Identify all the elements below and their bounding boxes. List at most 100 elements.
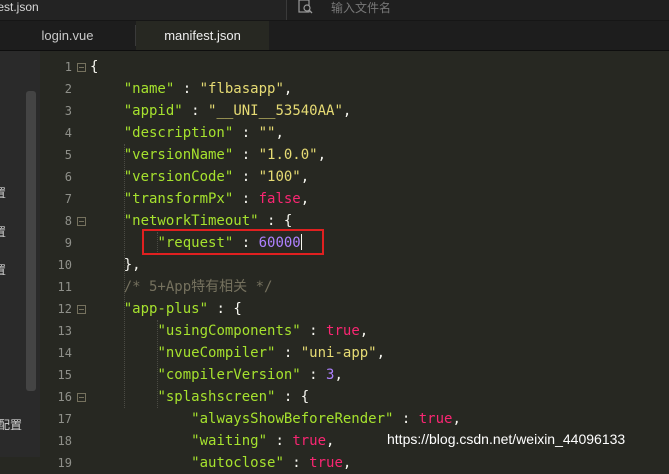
code-line: "alwaysShowBeforeRender" : true, xyxy=(90,408,461,430)
code-punctuation: : xyxy=(300,323,327,339)
json-boolean-value: true xyxy=(418,411,453,427)
code-comma: , xyxy=(317,147,327,163)
code-comma: , xyxy=(300,169,310,185)
json-key: "versionCode" xyxy=(123,169,234,185)
line-number: 14 xyxy=(57,346,72,360)
code-comma: , xyxy=(283,81,293,97)
line-number: 2 xyxy=(64,82,72,96)
code-punctuation: : xyxy=(182,103,209,119)
code-token: { xyxy=(90,59,99,75)
json-key: "alwaysShowBeforeRender" xyxy=(191,411,394,427)
annotation-highlight-box xyxy=(142,229,324,255)
code-comma: , xyxy=(452,411,461,427)
code-punctuation: : xyxy=(233,125,259,141)
json-boolean-value: true xyxy=(292,433,327,449)
code-line: "name" : "flbasapp", xyxy=(90,78,293,100)
json-string-value: "flbasapp" xyxy=(199,81,284,97)
fold-toggle-icon[interactable] xyxy=(77,305,86,314)
code-punctuation: : xyxy=(233,169,259,185)
json-string-value: "" xyxy=(258,125,276,141)
json-key: "description" xyxy=(123,125,234,141)
json-key: "app-plus" xyxy=(123,301,209,317)
line-number: 7 xyxy=(64,192,72,206)
code-punctuation: : xyxy=(283,455,310,471)
json-object-open: { xyxy=(300,389,310,405)
code-line: "compilerVersion" : 3, xyxy=(90,364,343,386)
line-number: 18 xyxy=(57,434,72,448)
code-punctuation: : xyxy=(267,433,293,449)
json-key: "name" xyxy=(123,81,175,97)
fold-toggle-icon[interactable] xyxy=(77,63,86,72)
line-number: 8 xyxy=(64,214,72,228)
json-key: "networkTimeout" xyxy=(123,213,259,229)
code-comment: /* 5+App特有相关 */ xyxy=(123,279,273,295)
line-number: 9 xyxy=(64,236,72,250)
json-key: "transformPx" xyxy=(123,191,234,207)
code-punctuation: : xyxy=(275,345,301,361)
code-line: "versionName" : "1.0.0", xyxy=(90,144,326,166)
code-punctuation: : xyxy=(233,191,259,207)
json-key: "compilerVersion" xyxy=(157,367,301,383)
fold-toggle-icon[interactable] xyxy=(77,393,86,402)
json-key: "waiting" xyxy=(191,433,268,449)
code-line: "splashscreen" : { xyxy=(90,386,309,408)
json-key: "appid" xyxy=(123,103,183,119)
code-line: "transformPx" : false, xyxy=(90,188,309,210)
line-number: 10 xyxy=(57,258,72,272)
code-comma: , xyxy=(326,433,335,449)
code-line: /* 5+App特有相关 */ xyxy=(90,276,273,298)
code-line: "description" : "", xyxy=(90,122,284,144)
line-number: 19 xyxy=(57,456,72,470)
json-object-open: { xyxy=(233,301,242,317)
code-line: "usingComponents" : true, xyxy=(90,320,368,342)
json-key: "versionName" xyxy=(123,147,234,163)
code-punctuation: : xyxy=(233,147,259,163)
code-comma: , xyxy=(342,455,352,471)
json-boolean-value: false xyxy=(258,191,301,207)
code-comma: , xyxy=(342,103,352,119)
code-line: }, xyxy=(90,254,141,276)
code-line: { xyxy=(90,56,98,78)
watermark-text: https://blog.csdn.net/weixin_44096133 xyxy=(387,431,626,447)
line-number: 13 xyxy=(57,324,72,338)
code-editor[interactable]: 1 {2 "name" : "flbasapp", 3 "appid" : "__U… xyxy=(0,0,669,471)
code-line: "app-plus" : { xyxy=(90,298,242,320)
code-comma: , xyxy=(359,323,369,339)
json-string-value: "__UNI__53540AA" xyxy=(208,103,343,119)
line-number: 16 xyxy=(57,390,72,404)
json-boolean-value: true xyxy=(326,323,360,339)
fold-toggle-icon[interactable] xyxy=(77,217,86,226)
code-comma: , xyxy=(275,125,284,141)
json-object-open: { xyxy=(283,213,293,229)
code-punctuation: : xyxy=(275,389,301,405)
json-key: "autoclose" xyxy=(191,455,284,471)
line-number: 6 xyxy=(64,170,72,184)
code-comma: , xyxy=(300,191,310,207)
line-number: 15 xyxy=(57,368,72,382)
code-line: "autoclose" : true, xyxy=(90,452,351,474)
json-string-value: "uni-app" xyxy=(300,345,377,361)
code-punctuation: : xyxy=(258,213,284,229)
json-key: "nvueCompiler" xyxy=(157,345,276,361)
code-comma: , xyxy=(334,367,343,383)
json-key: "splashscreen" xyxy=(157,389,276,405)
line-number: 5 xyxy=(64,148,72,162)
code-comma: , xyxy=(376,345,386,361)
code-punctuation: : xyxy=(208,301,234,317)
code-line: "nvueCompiler" : "uni-app", xyxy=(90,342,385,364)
code-line: "versionCode" : "100", xyxy=(90,166,309,188)
